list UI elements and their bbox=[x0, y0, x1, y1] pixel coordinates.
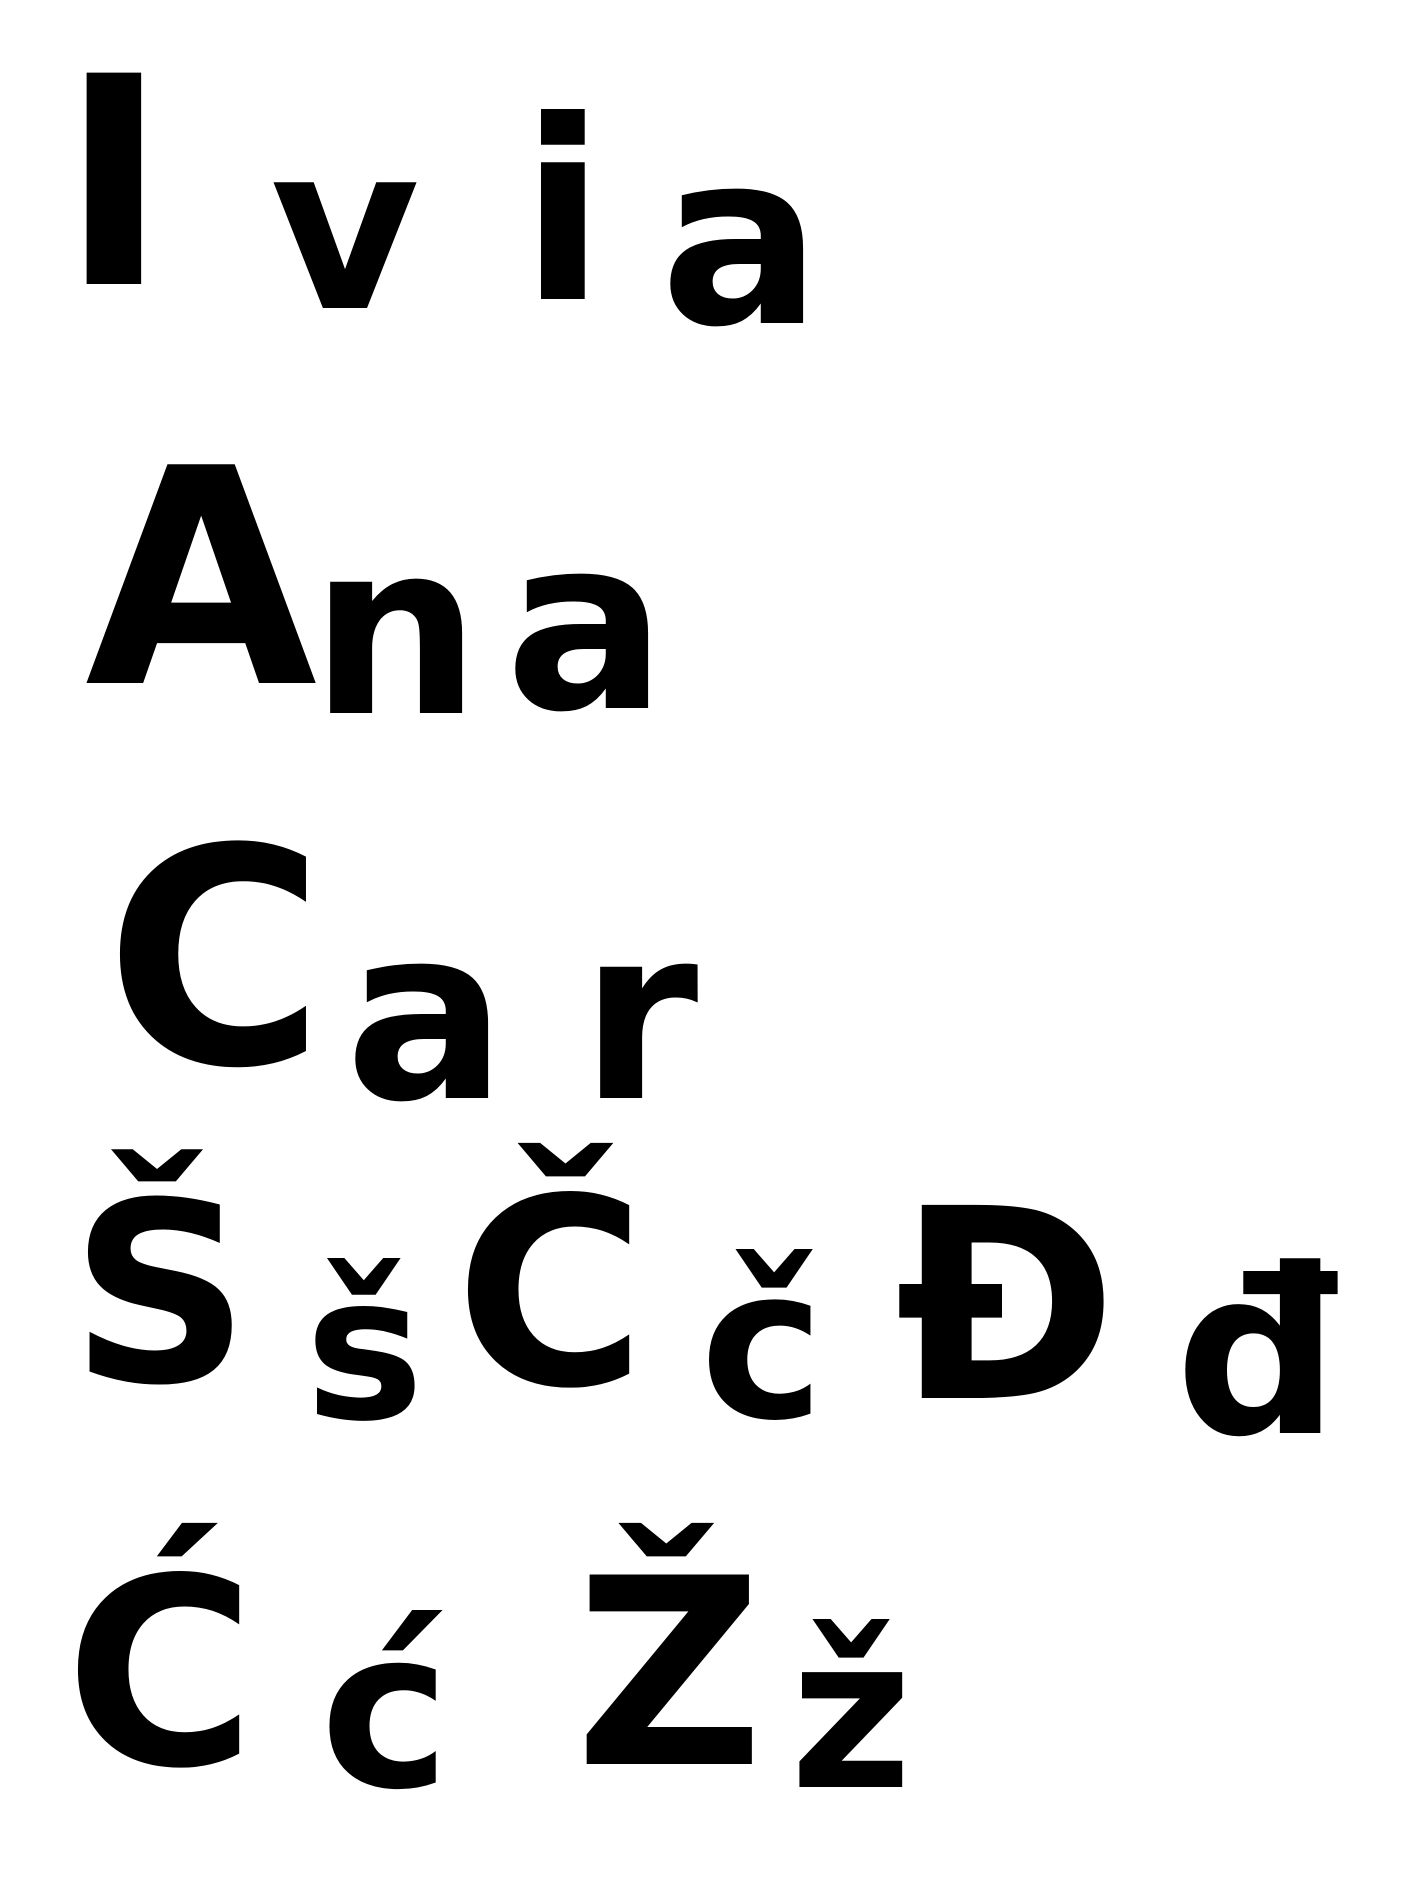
glyph-z-caron: ž bbox=[790, 1592, 913, 1837]
letter-sheet: I v i a A n a C a r Š š Č č Đ đ Ć ć Ž ž bbox=[0, 0, 1417, 1890]
glyph-A: A bbox=[85, 405, 318, 754]
glyph-C: C bbox=[105, 785, 326, 1134]
glyph-a: a bbox=[660, 100, 822, 380]
glyph-i: i bbox=[520, 67, 606, 358]
glyph-c-caron: č bbox=[700, 1222, 825, 1467]
glyph-Z-caron: Ž bbox=[575, 1524, 764, 1826]
glyph-d-stroke: đ bbox=[1175, 1221, 1340, 1488]
glyph-C-acute: Ć bbox=[65, 1524, 256, 1826]
glyph-s-caron: š bbox=[305, 1233, 425, 1466]
glyph-r: r bbox=[580, 875, 699, 1155]
glyph-n: n bbox=[310, 490, 481, 770]
glyph-a: a bbox=[345, 875, 507, 1155]
glyph-S-caron: Š bbox=[70, 1149, 251, 1440]
glyph-D-stroke: Đ bbox=[895, 1153, 1118, 1461]
glyph-C-caron: Č bbox=[455, 1144, 646, 1446]
glyph-v: v bbox=[270, 96, 420, 363]
glyph-I: I bbox=[60, 16, 168, 353]
glyph-c-acute: ć bbox=[320, 1582, 451, 1838]
glyph-a: a bbox=[505, 485, 667, 765]
